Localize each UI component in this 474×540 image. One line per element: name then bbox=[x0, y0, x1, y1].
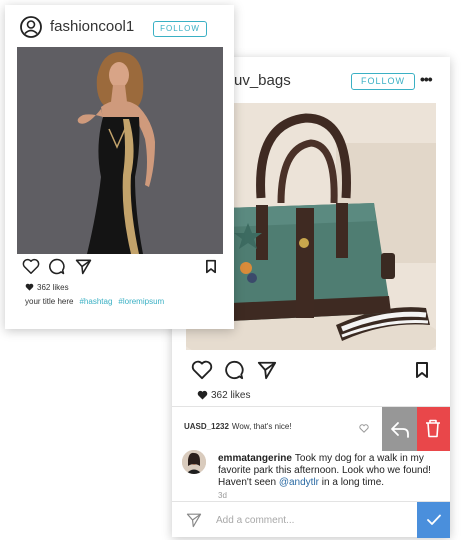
comment-timestamp: 3d bbox=[218, 491, 227, 500]
post-username[interactable]: fashioncool1 bbox=[50, 18, 134, 35]
comment-bubble-icon[interactable] bbox=[224, 360, 244, 380]
likes-count: 362 likes bbox=[211, 390, 251, 401]
post-caption: your title here #hashtag #loremipsum bbox=[25, 297, 164, 306]
comment-bubble-icon[interactable] bbox=[48, 258, 65, 275]
comment-text: UASD_1232 Wow, that's nice! bbox=[184, 422, 292, 431]
trash-icon bbox=[426, 419, 440, 438]
comment-body-end: in a long time. bbox=[319, 477, 385, 488]
post-header: fashioncool1 FOLLOW bbox=[5, 5, 234, 47]
follow-button[interactable]: FOLLOW bbox=[351, 73, 415, 90]
comment-like-icon[interactable] bbox=[359, 424, 369, 433]
comment-body: Wow, that's nice! bbox=[231, 422, 292, 431]
post-username[interactable]: uv_bags bbox=[234, 72, 291, 89]
checkmark-icon bbox=[427, 514, 441, 525]
like-heart-icon[interactable] bbox=[191, 360, 213, 380]
follow-button[interactable]: FOLLOW bbox=[153, 21, 207, 37]
comment-username[interactable]: UASD_1232 bbox=[184, 422, 229, 431]
user-avatar-icon[interactable] bbox=[20, 16, 42, 38]
bookmark-icon[interactable] bbox=[415, 361, 429, 379]
reply-button[interactable] bbox=[382, 407, 417, 451]
hashtag-link[interactable]: #loremipsum bbox=[118, 297, 164, 306]
commenter-avatar[interactable] bbox=[182, 450, 206, 474]
bookmark-icon[interactable] bbox=[205, 259, 217, 274]
hashtag-link[interactable]: #hashtag bbox=[79, 297, 112, 306]
likes-heart-icon bbox=[197, 390, 208, 400]
comment-username[interactable]: emmatangerine bbox=[218, 453, 292, 464]
post-card-fashioncool1: fashioncool1 FOLLOW 362 likes your title… bbox=[5, 5, 234, 329]
comment-input[interactable] bbox=[216, 512, 406, 528]
share-send-icon[interactable] bbox=[257, 360, 277, 380]
add-comment-bar bbox=[172, 501, 450, 538]
submit-comment-button[interactable] bbox=[417, 502, 450, 538]
comment-text: emmatangerine Took my dog for a walk in m… bbox=[218, 453, 446, 489]
delete-button[interactable] bbox=[417, 407, 450, 451]
more-options-icon[interactable]: ••• bbox=[420, 71, 433, 87]
like-heart-icon[interactable] bbox=[22, 258, 40, 275]
likes-heart-icon bbox=[25, 283, 34, 291]
send-icon[interactable] bbox=[186, 512, 202, 528]
user-mention-link[interactable]: @andytlr bbox=[279, 477, 319, 488]
share-send-icon[interactable] bbox=[75, 258, 92, 275]
reply-arrow-icon bbox=[391, 422, 409, 438]
comment-row: UASD_1232 Wow, that's nice! bbox=[172, 407, 382, 451]
caption-text: your title here bbox=[25, 297, 74, 306]
likes-count: 362 likes bbox=[37, 283, 69, 292]
post-photo bbox=[17, 47, 223, 254]
